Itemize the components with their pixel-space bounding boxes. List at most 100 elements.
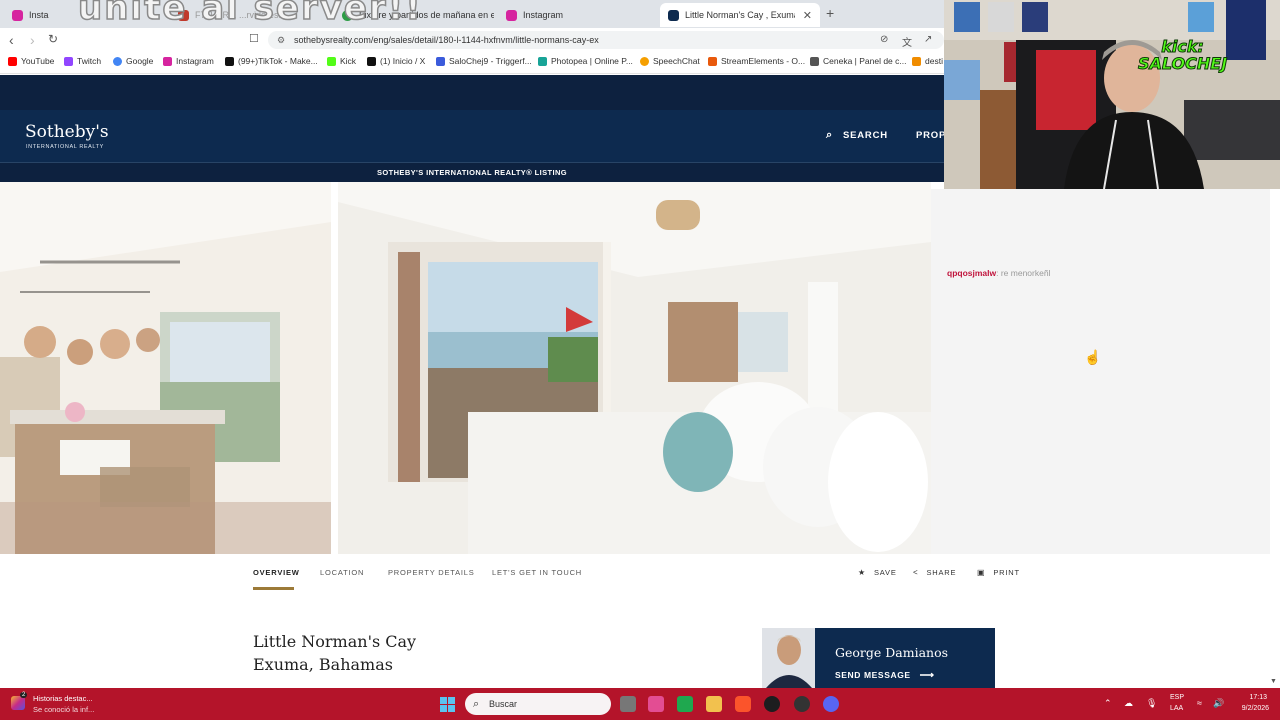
chevron-up-icon[interactable]: ⌃ xyxy=(1104,698,1112,709)
share-icon[interactable]: ↗ xyxy=(924,34,932,45)
windows-taskbar: 2 Historias destac... Se conoció la inf.… xyxy=(0,688,1280,720)
chat-username: qpqosjmalw xyxy=(947,268,997,278)
taskbar-search[interactable]: ⌕ Buscar xyxy=(465,693,611,715)
tracking-icon[interactable]: ⊘ xyxy=(880,34,888,45)
bookmark-tiktok[interactable]: (99+)TikTok - Make... xyxy=(225,56,318,66)
new-tab-button[interactable]: + xyxy=(826,5,834,21)
agent-card[interactable]: George Damianos SEND MESSAGE ⟶ xyxy=(762,628,995,688)
stream-chat-message: qpqosjmalw: re menorkeñl xyxy=(947,268,1050,278)
scroll-down-icon[interactable]: ▼ xyxy=(1270,678,1277,685)
bookmark-label: Google xyxy=(126,56,154,66)
bookmark-ceneka[interactable]: Ceneka | Panel de c... xyxy=(810,56,906,66)
bookmark-label: Instagram xyxy=(176,56,214,66)
listing-nav: OVERVIEW LOCATION PROPERTY DETAILS LET'S… xyxy=(0,555,1270,593)
search-icon: ⌕ xyxy=(473,698,480,710)
tab-get-in-touch[interactable]: LET'S GET IN TOUCH xyxy=(492,568,582,577)
save-button[interactable]: ★ SAVE xyxy=(858,568,897,577)
youtube-icon xyxy=(8,56,17,66)
bedroom-photo xyxy=(338,182,931,554)
bookmark-x[interactable]: (1) Inicio / X xyxy=(367,56,425,66)
store-icon[interactable] xyxy=(648,696,664,712)
chat-text: : re menorkeñl xyxy=(996,268,1051,278)
obs-icon[interactable] xyxy=(764,696,780,712)
cloud-icon[interactable]: ☁ xyxy=(1124,698,1133,709)
browser-tab-active[interactable]: Little Norman's Cay , Exuma, Bah ✕ xyxy=(660,3,820,27)
gallery-photo-placeholder[interactable] xyxy=(931,189,1270,554)
bookmark-streamelements[interactable]: StreamElements - O... xyxy=(708,56,805,66)
tab-property-details[interactable]: PROPERTY DETAILS xyxy=(388,568,475,577)
share-button[interactable]: < SHARE xyxy=(913,568,956,577)
instagram-icon[interactable] xyxy=(11,696,25,710)
search-label: SEARCH xyxy=(842,130,888,141)
gallery-photo-kitchen[interactable] xyxy=(0,182,331,554)
bookmark-photopea[interactable]: Photopea | Online P... xyxy=(538,56,633,66)
volume-icon[interactable]: 🔊 xyxy=(1213,698,1224,709)
bookmark-kick[interactable]: Kick xyxy=(327,56,356,66)
property-location: Exuma, Bahamas xyxy=(253,655,393,674)
tab-location[interactable]: LOCATION xyxy=(320,568,364,577)
browser-tab[interactable]: Insta xyxy=(4,3,56,27)
google-icon xyxy=(113,56,122,66)
agent-portrait xyxy=(762,628,815,688)
close-icon[interactable]: ✕ xyxy=(795,9,812,22)
active-tab-indicator xyxy=(253,587,294,590)
bookmark-youtube[interactable]: YouTube xyxy=(8,56,54,66)
property-title: Little Norman's Cay Exuma, Bahamas xyxy=(253,630,416,676)
bookmark-label: desti xyxy=(925,56,943,66)
tab-label: Instagram xyxy=(523,10,564,20)
bookmark-destino[interactable]: desti xyxy=(912,56,943,66)
kick-channel-label: kick: SALOCHEJ xyxy=(1137,38,1227,73)
bookmark-salochej[interactable]: SaloChej9 - Triggerf... xyxy=(436,56,532,66)
gallery-photo-bedroom[interactable] xyxy=(338,182,931,554)
microphone-icon[interactable]: 🎙 xyxy=(1146,698,1157,709)
site-top-strip xyxy=(0,75,944,110)
task-view-icon[interactable] xyxy=(620,696,636,712)
save-label: SAVE xyxy=(873,568,897,577)
send-message-button[interactable]: SEND MESSAGE ⟶ xyxy=(835,670,935,681)
instagram-icon xyxy=(506,9,517,21)
xbox-icon[interactable] xyxy=(677,696,693,712)
instagram-icon xyxy=(12,9,23,21)
discord-icon[interactable] xyxy=(823,696,839,712)
windows-start-icon[interactable] xyxy=(440,697,455,712)
bookmark-instagram[interactable]: Instagram xyxy=(163,56,214,66)
browser-tab[interactable]: Instagram xyxy=(498,3,658,27)
keyboard-layout[interactable]: LAA xyxy=(1170,705,1183,712)
url-text: sothebysrealty.com/eng/sales/detail/180-… xyxy=(294,35,599,45)
search-icon: ⌕ xyxy=(826,129,833,141)
clock-date[interactable]: 9/2/2026 xyxy=(1231,705,1269,712)
translate-icon[interactable]: 文 xyxy=(902,34,912,49)
url-field[interactable]: ⚙ sothebysrealty.com/eng/sales/detail/18… xyxy=(268,31,944,49)
properties-nav[interactable]: PROP xyxy=(916,130,946,141)
input-language[interactable]: ESP xyxy=(1170,694,1184,701)
download-icon xyxy=(708,56,717,66)
bookmark-label: Ceneka | Panel de c... xyxy=(823,56,907,66)
tab-label: Insta xyxy=(29,10,49,20)
widget-title[interactable]: Historias destac... xyxy=(33,694,93,703)
forward-icon[interactable]: › xyxy=(30,32,35,48)
bookmark-twitch[interactable]: Twitch xyxy=(64,56,101,66)
property-name: Little Norman's Cay xyxy=(253,632,417,651)
back-icon[interactable]: ‹ xyxy=(9,32,14,48)
bookmark-google[interactable]: Google xyxy=(113,56,153,66)
instagram-icon xyxy=(163,56,172,66)
wifi-icon[interactable]: ≈ xyxy=(1197,698,1202,708)
send-message-label: SEND MESSAGE xyxy=(835,670,911,680)
tiktok-icon xyxy=(225,56,234,66)
print-button[interactable]: ▣ PRINT xyxy=(977,568,1020,577)
agent-avatar xyxy=(762,628,815,688)
steam-icon[interactable] xyxy=(794,696,810,712)
clock-time[interactable]: 17:13 xyxy=(1233,694,1267,701)
file-explorer-icon[interactable] xyxy=(706,696,722,712)
reload-icon[interactable]: ↻ xyxy=(48,32,58,46)
agent-name: George Damianos xyxy=(835,645,949,660)
widget-subtitle: Se conoció la inf... xyxy=(33,705,95,714)
triggerfyre-icon xyxy=(436,56,445,66)
search-button[interactable]: ⌕ SEARCH xyxy=(826,129,888,142)
tab-overview[interactable]: OVERVIEW xyxy=(253,568,300,577)
brave-browser-icon[interactable] xyxy=(735,696,751,712)
bookmark-speechchat[interactable]: SpeechChat xyxy=(640,56,700,66)
bookmark-icon[interactable]: ☐ xyxy=(249,32,259,45)
site-info-icon[interactable]: ⚙ xyxy=(277,31,285,49)
sothebys-logo[interactable]: Sotheby's xyxy=(25,122,109,142)
